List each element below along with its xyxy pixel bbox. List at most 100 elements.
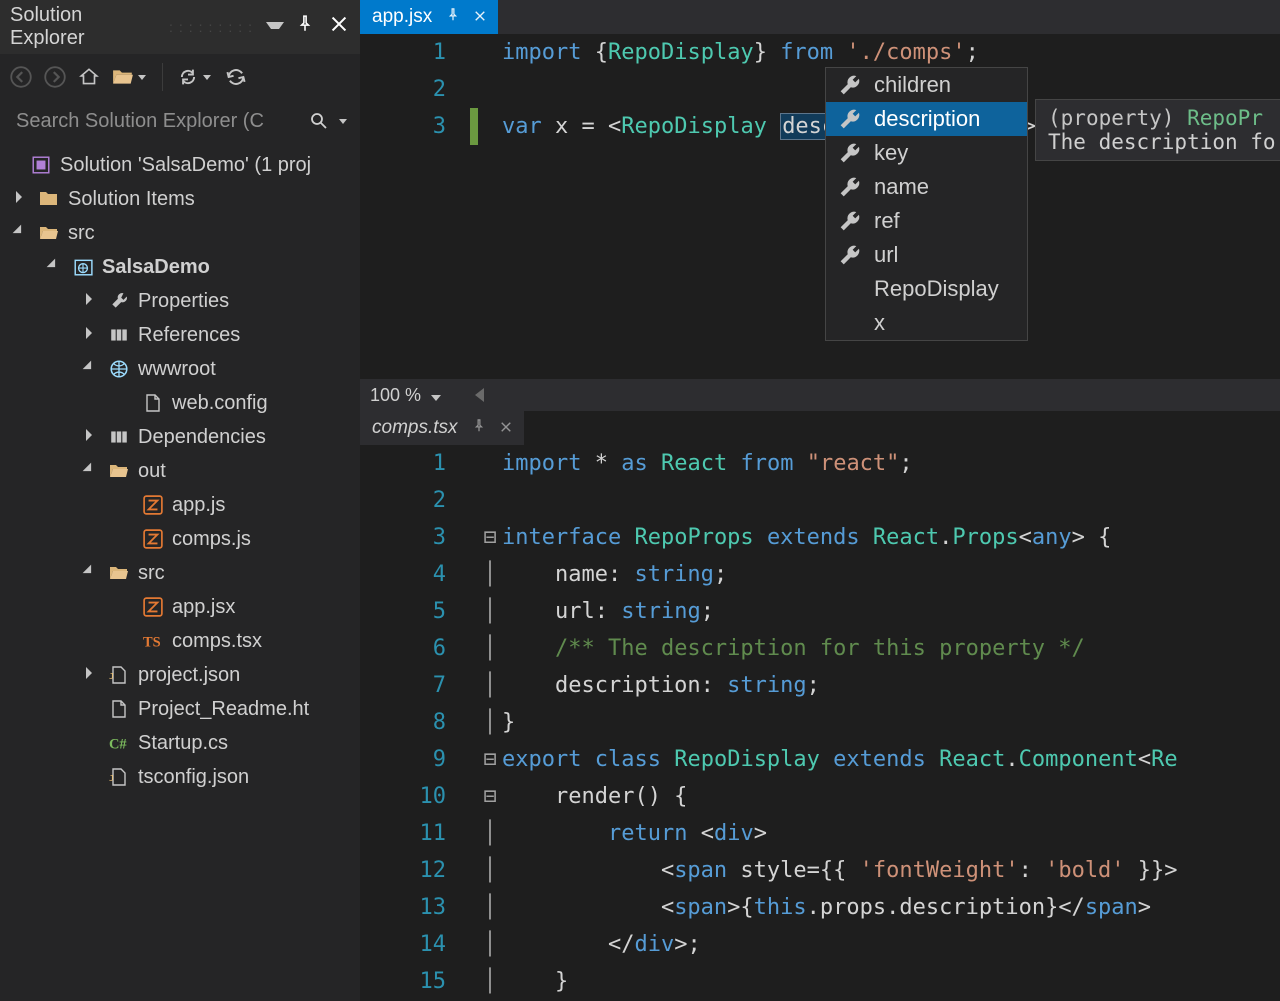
code-line[interactable]: 4│ name: string; bbox=[360, 556, 1280, 593]
tree-src2[interactable]: src bbox=[0, 556, 360, 590]
wrench-icon bbox=[838, 243, 862, 267]
code-line[interactable]: 2 bbox=[360, 482, 1280, 519]
pin-icon[interactable] bbox=[446, 6, 460, 28]
open-folder-button[interactable] bbox=[106, 60, 140, 94]
tree-projectjson[interactable]: project.json bbox=[0, 658, 360, 692]
autocomplete-item[interactable]: x bbox=[826, 306, 1027, 340]
autocomplete-popup: childrendescriptionkeynamerefurlRepoDisp… bbox=[825, 67, 1028, 341]
tree-appjsx[interactable]: app.jsx bbox=[0, 590, 360, 624]
tab-strip-top: app.jsx bbox=[360, 0, 1280, 34]
wrench-icon bbox=[838, 107, 862, 131]
code-line[interactable]: 10⊟ render() { bbox=[360, 778, 1280, 815]
autocomplete-item[interactable]: key bbox=[826, 136, 1027, 170]
csharp-icon bbox=[108, 732, 130, 754]
autocomplete-item[interactable]: children bbox=[826, 68, 1027, 102]
references-icon bbox=[108, 426, 130, 448]
code-line[interactable]: 12│ <span style={{ 'fontWeight': 'bold' … bbox=[360, 852, 1280, 889]
code-line[interactable]: 8│} bbox=[360, 704, 1280, 741]
tree-tsconfig[interactable]: tsconfig.json bbox=[0, 760, 360, 794]
panel-title: Solution Explorer bbox=[10, 4, 159, 50]
tree-out[interactable]: out bbox=[0, 454, 360, 488]
js-icon bbox=[142, 494, 164, 516]
tree-solution-items[interactable]: Solution Items bbox=[0, 182, 360, 216]
editor-area: app.jsx 1import {RepoDisplay} from './co… bbox=[360, 0, 1280, 1001]
editor-top[interactable]: 1import {RepoDisplay} from './comps';23v… bbox=[360, 34, 1280, 379]
code-line[interactable]: 7│ description: string; bbox=[360, 667, 1280, 704]
code-line[interactable]: 6│ /** The description for this property… bbox=[360, 630, 1280, 667]
tree-readme[interactable]: Project_Readme.ht bbox=[0, 692, 360, 726]
grip-icon: ::::::::: bbox=[169, 19, 258, 35]
scroll-left-icon[interactable] bbox=[475, 388, 484, 402]
zoom-bar: 100 % bbox=[360, 379, 1280, 411]
wrench-icon bbox=[838, 209, 862, 233]
close-icon[interactable] bbox=[500, 417, 512, 439]
zoom-dropdown[interactable]: 100 % bbox=[370, 385, 441, 406]
toolbar-divider bbox=[162, 63, 163, 91]
code-line[interactable]: 3⊟interface RepoProps extends React.Prop… bbox=[360, 519, 1280, 556]
globe-icon bbox=[108, 358, 130, 380]
wrench-icon bbox=[838, 175, 862, 199]
solution-explorer-toolbar bbox=[0, 54, 360, 100]
tree-compstsx[interactable]: comps.tsx bbox=[0, 624, 360, 658]
history-button[interactable] bbox=[171, 60, 205, 94]
forward-button[interactable] bbox=[38, 60, 72, 94]
editor-bottom[interactable]: 1import * as React from "react";23⊟inter… bbox=[360, 445, 1280, 1001]
project-icon bbox=[72, 256, 94, 278]
search-button[interactable] bbox=[304, 106, 334, 136]
autocomplete-item[interactable]: ref bbox=[826, 204, 1027, 238]
tree-references[interactable]: References bbox=[0, 318, 360, 352]
home-button[interactable] bbox=[72, 60, 106, 94]
js-icon bbox=[142, 596, 164, 618]
wrench-icon bbox=[838, 73, 862, 97]
tree-wwwroot[interactable]: wwwroot bbox=[0, 352, 360, 386]
autocomplete-item[interactable]: description bbox=[826, 102, 1027, 136]
autocomplete-item[interactable]: RepoDisplay bbox=[826, 272, 1027, 306]
dropdown-arrow[interactable] bbox=[266, 22, 284, 33]
search-options-dropdown[interactable] bbox=[334, 119, 352, 124]
tree-appjs[interactable]: app.js bbox=[0, 488, 360, 522]
tree-dependencies[interactable]: Dependencies bbox=[0, 420, 360, 454]
json-icon bbox=[108, 664, 130, 686]
tree-src[interactable]: src bbox=[0, 216, 360, 250]
search-input[interactable] bbox=[14, 109, 304, 134]
folder-icon bbox=[108, 562, 130, 584]
solution-tree: Solution 'SalsaDemo' (1 proj Solution It… bbox=[0, 142, 360, 1001]
folder-icon bbox=[108, 460, 130, 482]
back-button[interactable] bbox=[4, 60, 38, 94]
tab-app-jsx[interactable]: app.jsx bbox=[360, 0, 498, 34]
references-icon bbox=[108, 324, 130, 346]
code-line[interactable]: 11│ return <div> bbox=[360, 815, 1280, 852]
autocomplete-tooltip: ((property) RepoPrproperty) RepoPr The d… bbox=[1035, 99, 1280, 161]
search-container bbox=[6, 104, 354, 138]
tree-compsjs[interactable]: comps.js bbox=[0, 522, 360, 556]
solution-explorer: Solution Explorer ::::::::: Solution 'S bbox=[0, 0, 360, 1001]
tree-startup[interactable]: Startup.cs bbox=[0, 726, 360, 760]
code-line[interactable]: 9⊟export class RepoDisplay extends React… bbox=[360, 741, 1280, 778]
code-line[interactable]: 1import {RepoDisplay} from './comps'; bbox=[360, 34, 1280, 71]
wrench-icon bbox=[838, 141, 862, 165]
pin-icon[interactable] bbox=[472, 417, 486, 439]
file-icon bbox=[108, 698, 130, 720]
sync-button[interactable] bbox=[219, 60, 253, 94]
code-line[interactable]: 13│ <span>{this.props.description}</span… bbox=[360, 889, 1280, 926]
autocomplete-item[interactable]: name bbox=[826, 170, 1027, 204]
code-line[interactable]: 14│ </div>; bbox=[360, 926, 1280, 963]
code-line[interactable]: 5│ url: string; bbox=[360, 593, 1280, 630]
tree-properties[interactable]: Properties bbox=[0, 284, 360, 318]
tab-comps-tsx[interactable]: comps.tsx bbox=[360, 411, 524, 445]
tree-solution-root[interactable]: Solution 'SalsaDemo' (1 proj bbox=[0, 148, 360, 182]
autocomplete-item[interactable]: url bbox=[826, 238, 1027, 272]
folder-icon bbox=[38, 188, 60, 210]
pin-icon[interactable] bbox=[292, 13, 318, 41]
ts-icon bbox=[142, 630, 164, 652]
code-line[interactable]: 1import * as React from "react"; bbox=[360, 445, 1280, 482]
folder-icon bbox=[38, 222, 60, 244]
solution-explorer-header: Solution Explorer ::::::::: bbox=[0, 0, 360, 54]
tree-webconfig[interactable]: web.config bbox=[0, 386, 360, 420]
js-icon bbox=[142, 528, 164, 550]
solution-icon bbox=[30, 154, 52, 176]
close-icon[interactable] bbox=[326, 13, 352, 41]
close-icon[interactable] bbox=[474, 6, 486, 28]
tree-project[interactable]: SalsaDemo bbox=[0, 250, 360, 284]
code-line[interactable]: 15│ } bbox=[360, 963, 1280, 1000]
